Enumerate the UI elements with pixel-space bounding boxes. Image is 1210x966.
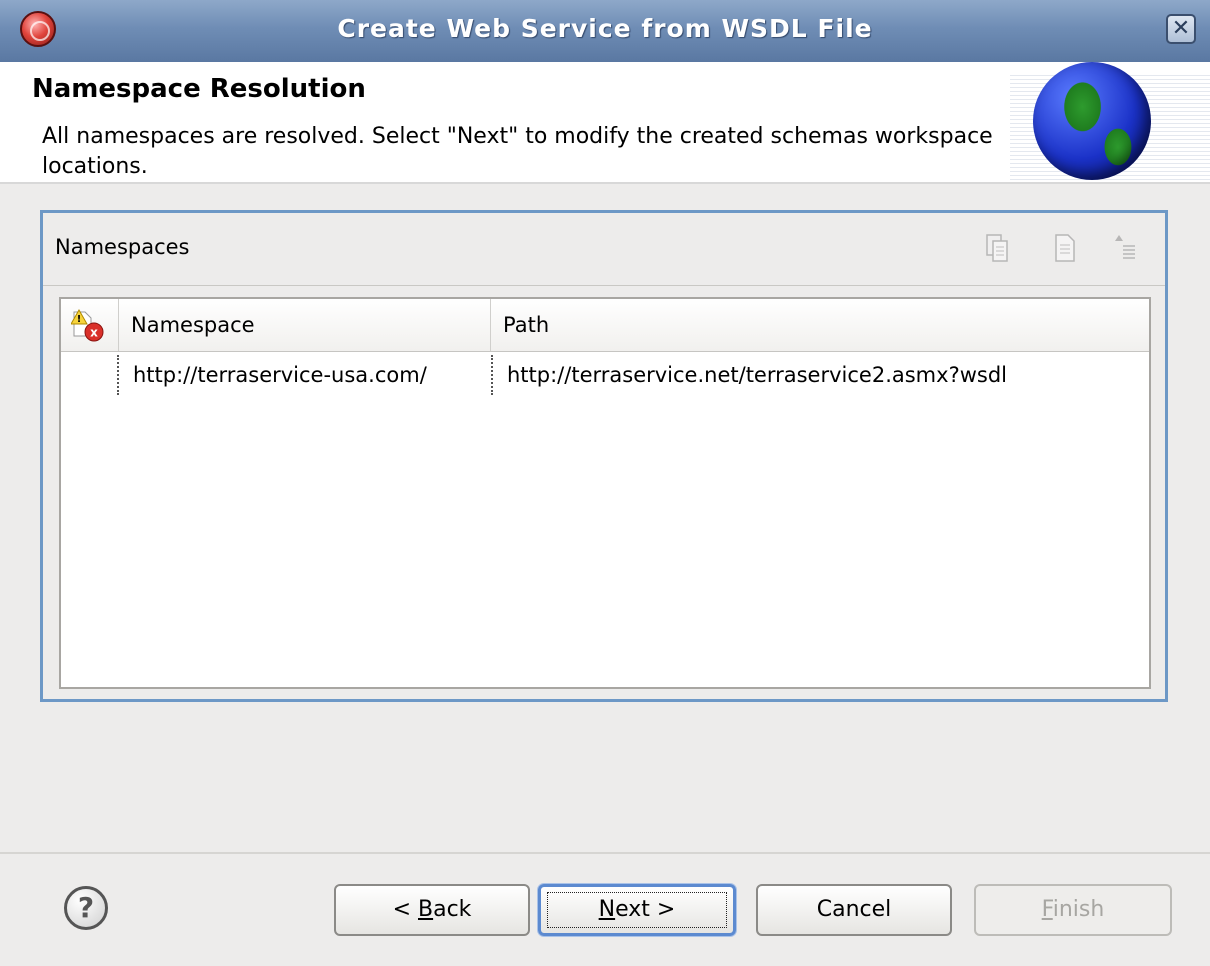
namespaces-section-header: Namespaces (43, 213, 1165, 286)
next-button-mnemonic: N (598, 897, 616, 922)
close-button[interactable]: ✕ (1166, 14, 1196, 44)
next-button[interactable]: Next > (538, 884, 736, 936)
svg-text:!: ! (77, 314, 82, 325)
table-cell-path[interactable]: http://terraservice.net/terraservice2.as… (493, 355, 1149, 395)
window-title: Create Web Service from WSDL File (337, 14, 873, 43)
table-cell-namespace[interactable]: http://terraservice-usa.com/ (117, 355, 493, 395)
next-button-focus: Next > (547, 892, 727, 928)
warning-error-icon: ! x (70, 308, 104, 342)
finish-button[interactable]: Finish (974, 884, 1172, 936)
svg-text:x: x (90, 326, 98, 340)
namespaces-section-title: Namespaces (55, 235, 190, 259)
column-header-namespace[interactable]: Namespace (119, 299, 491, 351)
next-button-label: ext > (615, 897, 676, 922)
globe-icon (1033, 62, 1151, 180)
title-bar: Create Web Service from WSDL File ✕ (0, 0, 1210, 63)
namespaces-section: Namespaces ! x Namespace Path http://ter… (40, 210, 1168, 702)
document-icon[interactable] (1053, 233, 1077, 263)
content-area: Namespaces ! x Namespace Path http://ter… (0, 184, 1210, 852)
finish-button-mnemonic: F (1041, 897, 1053, 922)
paste-icon[interactable] (985, 233, 1009, 263)
column-header-path[interactable]: Path (491, 299, 1149, 351)
namespaces-table[interactable]: ! x Namespace Path http://terraservice-u… (59, 297, 1151, 689)
finish-button-label: inish (1052, 897, 1105, 922)
cancel-button[interactable]: Cancel (756, 884, 952, 936)
table-header-row: ! x Namespace Path (61, 299, 1149, 352)
back-button-label: ack (433, 897, 472, 922)
help-icon[interactable]: ? (64, 886, 108, 930)
back-button[interactable]: < Back (334, 884, 530, 936)
status-column-header[interactable]: ! x (61, 299, 119, 351)
wizard-header: Namespace Resolution All namespaces are … (0, 62, 1210, 184)
back-button-prefix: < (392, 897, 418, 922)
button-bar: ? < Back Next > Cancel Finish (0, 852, 1210, 966)
sort-icon[interactable] (1113, 233, 1137, 263)
page-title: Namespace Resolution (32, 74, 366, 104)
back-button-mnemonic: B (418, 897, 434, 922)
page-description: All namespaces are resolved. Select "Nex… (42, 124, 993, 179)
